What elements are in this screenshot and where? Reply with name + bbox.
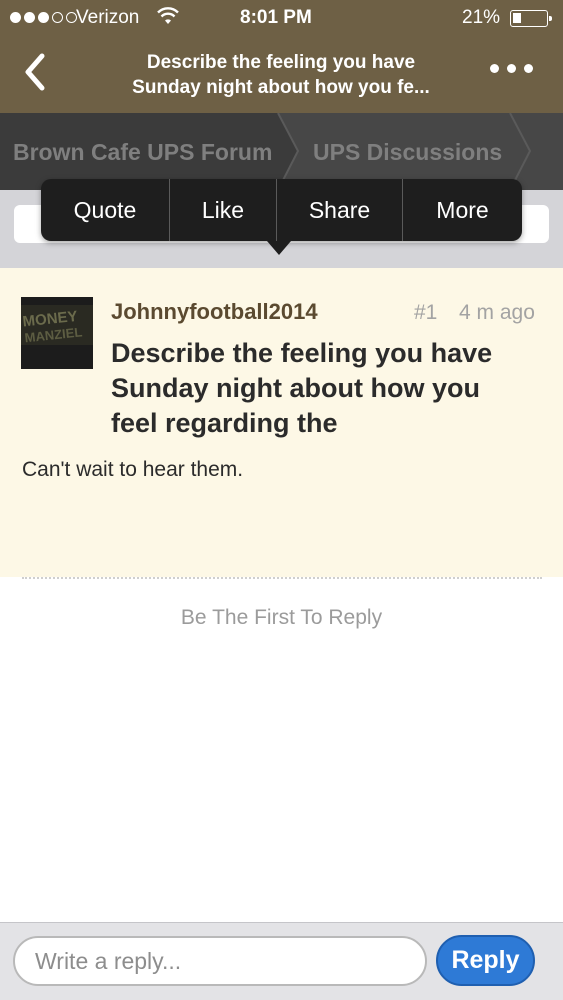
post-number: #1 [414, 301, 438, 324]
thread-title-line1: Describe the feeling you have [146, 52, 416, 73]
carrier-name: Verizon [76, 7, 140, 28]
status-bar: Verizon 8:01 PM 21% [0, 0, 563, 36]
reply-bar: Reply [0, 922, 563, 1000]
battery-icon [510, 10, 552, 27]
post-action-menu: Quote Like Share More [41, 179, 522, 241]
post-body: Can't wait to hear them. [22, 458, 244, 481]
share-button[interactable]: Share [277, 179, 403, 241]
back-button[interactable] [22, 50, 62, 94]
breadcrumb-item-discussions[interactable]: UPS Discussions [313, 139, 502, 166]
post: MONEY MANZIEL Johnnyfootball2014 #1 4 m … [0, 268, 563, 577]
no-replies-message: Be The First To Reply [180, 606, 383, 629]
reply-button[interactable]: Reply [436, 935, 535, 986]
thread-title-line2: Sunday night about how you fe... [132, 77, 430, 98]
breadcrumb-item-forum[interactable]: Brown Cafe UPS Forum [13, 139, 272, 166]
post-divider [22, 577, 542, 579]
post-timestamp: 4 m ago [459, 301, 535, 324]
quote-button[interactable]: Quote [41, 179, 170, 241]
like-button[interactable]: Like [170, 179, 277, 241]
thread-title: Describe the feeling you have Sunday nig… [100, 50, 462, 100]
more-options-icon[interactable] [490, 64, 533, 73]
popup-pointer [267, 241, 291, 255]
avatar[interactable]: MONEY MANZIEL [21, 297, 93, 369]
post-title: Describe the feeling you have Sunday nig… [111, 338, 493, 438]
more-button[interactable]: More [403, 179, 522, 241]
battery-percent: 21% [462, 7, 501, 28]
signal-strength-icon [10, 12, 77, 23]
post-author[interactable]: Johnnyfootball2014 [111, 299, 318, 325]
wifi-icon [156, 6, 180, 32]
chevron-left-icon [25, 53, 45, 91]
reply-input[interactable] [13, 936, 427, 986]
top-bar: Verizon 8:01 PM 21% Describe the feeling… [0, 0, 563, 113]
clock: 8:01 PM [240, 7, 312, 28]
